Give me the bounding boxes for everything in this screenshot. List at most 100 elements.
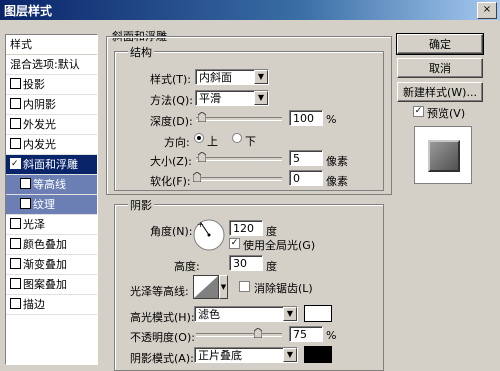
direction-label: 方向: bbox=[164, 136, 190, 149]
sidebar-item[interactable]: 颜色叠加 bbox=[6, 235, 97, 255]
sidebar-item-label: 描边 bbox=[23, 298, 45, 311]
depth-slider-thumb[interactable] bbox=[198, 112, 206, 122]
opacity-slider-thumb[interactable] bbox=[253, 328, 262, 338]
shadow-mode-label: 阴影模式(A): bbox=[130, 352, 194, 365]
highlight-mode-value: 滤色 bbox=[198, 308, 220, 321]
style-preview-thumbnail bbox=[414, 126, 472, 184]
size-input[interactable]: 5 bbox=[289, 150, 323, 166]
direction-up-radio[interactable] bbox=[194, 133, 204, 143]
sidebar-item[interactable]: 外发光 bbox=[6, 115, 97, 135]
shadow-mode-select[interactable]: 正片叠底 ▼ bbox=[194, 347, 298, 363]
soften-label: 软化(F): bbox=[150, 175, 191, 188]
preview-swatch bbox=[428, 140, 460, 172]
blend-options-item[interactable]: 混合选项:默认 bbox=[6, 55, 97, 75]
chevron-down-icon: ▼ bbox=[283, 307, 297, 321]
soften-input[interactable]: 0 bbox=[289, 170, 323, 186]
sidebar-item-label: 内阴影 bbox=[23, 98, 56, 111]
sidebar-item[interactable]: 图案叠加 bbox=[6, 275, 97, 295]
sidebar-item-checkbox[interactable] bbox=[10, 78, 21, 89]
checkmark-icon: ✓ bbox=[414, 106, 423, 116]
sidebar-item[interactable]: 斜面和浮雕 bbox=[6, 155, 97, 175]
altitude-label: 高度: bbox=[174, 260, 200, 273]
sidebar-item-checkbox[interactable] bbox=[10, 218, 21, 229]
angle-dial[interactable]: + bbox=[192, 218, 226, 252]
soften-slider-thumb[interactable] bbox=[193, 172, 201, 182]
global-light-checkbox[interactable]: ✓ bbox=[229, 238, 240, 249]
size-label: 大小(Z): bbox=[150, 155, 192, 168]
cancel-button[interactable]: 取消 bbox=[397, 58, 483, 78]
angle-input[interactable]: 120 bbox=[229, 220, 263, 236]
altitude-unit: 度 bbox=[266, 260, 277, 273]
shadow-color-swatch[interactable] bbox=[304, 346, 332, 363]
sidebar-item[interactable]: 纹理 bbox=[6, 195, 97, 215]
preview-label[interactable]: 预览(V) bbox=[427, 105, 465, 121]
close-button[interactable]: × bbox=[477, 2, 497, 19]
angle-label: 角度(N): bbox=[150, 225, 193, 238]
sidebar-item[interactable]: 渐变叠加 bbox=[6, 255, 97, 275]
depth-label: 深度(D): bbox=[150, 115, 193, 128]
style-select[interactable]: 内斜面 ▼ bbox=[195, 69, 269, 85]
sidebar-item-checkbox[interactable] bbox=[10, 298, 21, 309]
opacity-input[interactable]: 75 bbox=[289, 326, 323, 342]
size-unit: 像素 bbox=[326, 155, 348, 168]
sidebar-item-label: 斜面和浮雕 bbox=[23, 158, 78, 171]
sidebar-item[interactable]: 光泽 bbox=[6, 215, 97, 235]
sidebar-item-checkbox[interactable] bbox=[10, 138, 21, 149]
direction-down-radio[interactable] bbox=[232, 133, 242, 143]
opacity-label: 不透明度(O): bbox=[130, 331, 195, 344]
technique-select[interactable]: 平滑 ▼ bbox=[195, 90, 269, 106]
depth-slider[interactable] bbox=[196, 117, 282, 121]
highlight-color-swatch[interactable] bbox=[304, 305, 332, 322]
opacity-unit: % bbox=[326, 329, 337, 342]
sidebar-item-label: 内发光 bbox=[23, 138, 56, 151]
sidebar-item-checkbox[interactable] bbox=[10, 155, 21, 174]
depth-input[interactable]: 100 bbox=[289, 110, 323, 126]
sidebar-item-label: 光泽 bbox=[23, 218, 45, 231]
structure-title: 结构 bbox=[128, 44, 154, 60]
sidebar-item-checkbox[interactable] bbox=[10, 278, 21, 289]
global-light-label[interactable]: 使用全局光(G) bbox=[243, 237, 315, 253]
sidebar-item[interactable]: 等高线 bbox=[6, 175, 97, 195]
direction-down-label[interactable]: 下 bbox=[245, 133, 256, 149]
chevron-down-icon[interactable]: ▼ bbox=[219, 275, 228, 299]
soften-unit: 像素 bbox=[326, 175, 348, 188]
sidebar-item-label: 渐变叠加 bbox=[23, 258, 67, 271]
sidebar-item-label: 颜色叠加 bbox=[23, 238, 67, 251]
altitude-input[interactable]: 30 bbox=[229, 255, 263, 271]
window-title: 图层样式 bbox=[4, 4, 53, 18]
new-style-button[interactable]: 新建样式(W)... bbox=[397, 82, 483, 102]
opacity-slider[interactable] bbox=[196, 333, 282, 337]
gloss-contour-picker[interactable] bbox=[193, 275, 219, 299]
sidebar-item[interactable]: 投影 bbox=[6, 75, 97, 95]
sidebar-item-checkbox[interactable] bbox=[20, 178, 31, 189]
sidebar-item[interactable]: 内阴影 bbox=[6, 95, 97, 115]
svg-text:+: + bbox=[197, 220, 204, 229]
styles-header: 样式 bbox=[6, 35, 97, 55]
sidebar-item-checkbox[interactable] bbox=[10, 258, 21, 269]
technique-label: 方法(Q): bbox=[150, 94, 193, 107]
ok-button[interactable]: 确定 bbox=[396, 33, 484, 55]
depth-unit: % bbox=[326, 113, 337, 126]
sidebar-item[interactable]: 描边 bbox=[6, 295, 97, 315]
chevron-down-icon: ▼ bbox=[254, 91, 268, 105]
soften-slider[interactable] bbox=[196, 177, 282, 181]
preview-checkbox[interactable]: ✓ bbox=[413, 106, 424, 117]
highlight-mode-select[interactable]: 滤色 ▼ bbox=[194, 306, 298, 322]
sidebar-item-label: 图案叠加 bbox=[23, 278, 67, 291]
sidebar-item[interactable]: 内发光 bbox=[6, 135, 97, 155]
sidebar-item-checkbox[interactable] bbox=[20, 198, 31, 209]
size-slider[interactable] bbox=[196, 157, 282, 161]
sidebar-item-label: 等高线 bbox=[33, 178, 66, 191]
sidebar-item-label: 纹理 bbox=[33, 198, 55, 211]
sidebar-item-checkbox[interactable] bbox=[10, 118, 21, 129]
chevron-down-icon: ▼ bbox=[254, 70, 268, 84]
direction-up-label[interactable]: 上 bbox=[207, 133, 218, 149]
size-slider-thumb[interactable] bbox=[198, 152, 206, 162]
sidebar-item-label: 投影 bbox=[23, 78, 45, 91]
antialias-label[interactable]: 消除锯齿(L) bbox=[254, 280, 313, 296]
sidebar-item-checkbox[interactable] bbox=[10, 238, 21, 249]
antialias-checkbox[interactable] bbox=[239, 281, 250, 292]
style-select-value: 内斜面 bbox=[199, 71, 232, 84]
styles-list: 样式 混合选项:默认 投影内阴影外发光内发光斜面和浮雕等高线纹理光泽颜色叠加渐变… bbox=[5, 34, 98, 365]
sidebar-item-checkbox[interactable] bbox=[10, 98, 21, 109]
